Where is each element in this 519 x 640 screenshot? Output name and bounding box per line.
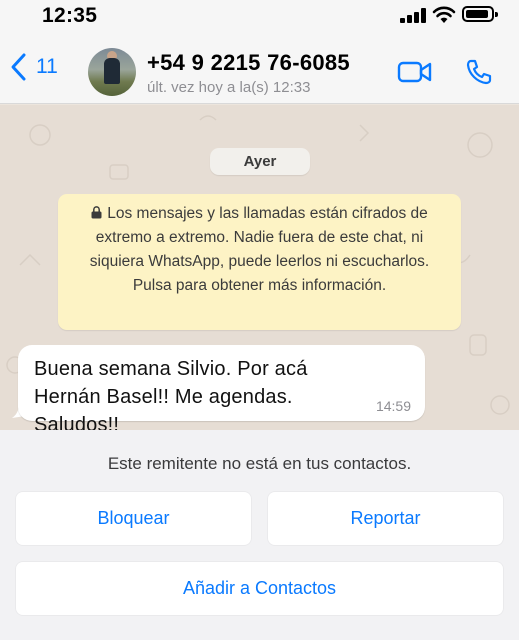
status-time: 12:35	[42, 4, 98, 27]
status-bar: 12:35	[0, 0, 519, 36]
message-text: Buena semana Silvio. Por acá Hernán Base…	[34, 358, 308, 430]
report-button[interactable]: Reportar	[268, 492, 503, 545]
encryption-notice[interactable]: Los mensajes y las llamadas están cifrad…	[58, 194, 461, 330]
lock-icon	[91, 206, 102, 219]
avatar[interactable]	[88, 48, 136, 96]
phone-call-icon[interactable]	[465, 58, 493, 86]
chat-header: 11 +54 9 2215 76-6085 últ. vez hoy a la(…	[0, 36, 519, 104]
unknown-sender-panel: Este remitente no está en tus contactos.…	[0, 430, 519, 640]
add-to-contacts-button[interactable]: Añadir a Contactos	[16, 562, 503, 615]
wifi-icon	[432, 6, 456, 23]
chevron-left-icon	[11, 53, 26, 81]
unread-count: 11	[36, 55, 58, 78]
message-time: 14:59	[375, 398, 411, 414]
last-seen-status: últ. vez hoy a la(s) 12:33	[147, 79, 311, 96]
date-separator: Ayer	[210, 148, 310, 175]
unknown-sender-note: Este remitente no está en tus contactos.	[107, 454, 412, 473]
back-button[interactable]: 11	[8, 52, 58, 82]
cellular-signal-icon	[400, 8, 426, 23]
video-call-icon[interactable]	[397, 60, 433, 84]
incoming-message-bubble[interactable]: Buena semana Silvio. Por acá Hernán Base…	[18, 345, 425, 430]
contact-name[interactable]: +54 9 2215 76-6085	[147, 50, 350, 76]
encryption-notice-text: Los mensajes y las llamadas están cifrad…	[89, 205, 430, 294]
battery-icon	[462, 6, 498, 22]
block-button[interactable]: Bloquear	[16, 492, 251, 545]
chat-area[interactable]: Ayer Los mensajes y las llamadas están c…	[0, 105, 519, 430]
